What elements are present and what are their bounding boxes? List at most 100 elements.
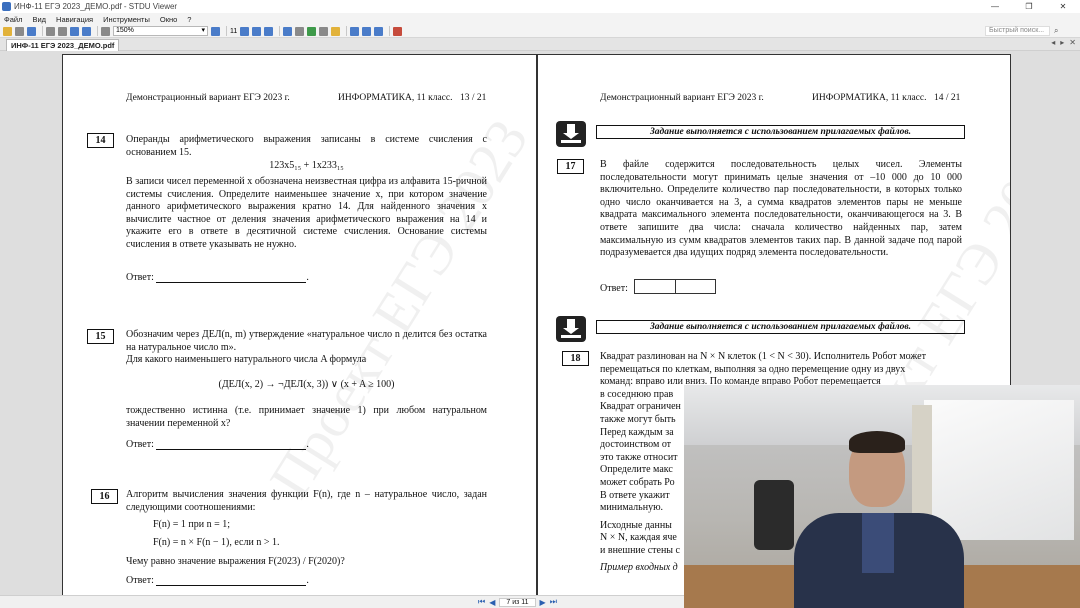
question-formula: 123x5₁₅ + 1x233₁₅ xyxy=(269,160,344,171)
question-number: 18 xyxy=(562,351,589,366)
question-text: тождественно истинна (т.е. принимает зна… xyxy=(126,405,487,429)
fit-width-icon[interactable] xyxy=(252,26,262,36)
menu-bar: Файл Вид Навигация Инструменты Окно ? xyxy=(0,13,1080,25)
menu-tools[interactable]: Инструменты xyxy=(103,15,150,24)
hand-tool-icon[interactable] xyxy=(319,26,329,36)
page-count: 11 xyxy=(230,27,238,35)
title-bar: ИНФ-11 ЕГЭ 2023_ДЕМО.pdf - STDU Viewer —… xyxy=(0,0,1080,13)
tab-next-icon[interactable]: ▸ xyxy=(1060,38,1064,47)
webcam-overlay xyxy=(684,385,1080,608)
answer-row: Ответ: . xyxy=(126,439,309,450)
webcam-chair xyxy=(754,480,794,550)
next-page-icon[interactable]: ▶ xyxy=(540,598,546,607)
zoom-select[interactable]: 150% xyxy=(113,26,208,36)
attached-files-banner: Задание выполняется с использованием при… xyxy=(596,320,965,334)
search-icon[interactable]: ⌕ xyxy=(1054,26,1064,36)
download-file-icon[interactable] xyxy=(556,121,586,147)
rotate-icon[interactable] xyxy=(307,26,317,36)
toolbar-divider xyxy=(42,26,43,36)
answer-row: Ответ: . xyxy=(126,272,309,283)
tab-prev-icon[interactable]: ◂ xyxy=(1051,38,1055,47)
answer-line xyxy=(156,440,307,450)
maximize-button[interactable]: ❐ xyxy=(1012,0,1046,13)
answer-line xyxy=(156,273,307,283)
question-text: В записи чисел переменной x обозначена н… xyxy=(126,176,487,250)
presenter xyxy=(794,431,964,608)
document-tab[interactable]: ИНФ-11 ЕГЭ 2023_ДЕМО.pdf xyxy=(6,39,120,51)
presenter-hair xyxy=(849,431,905,453)
toolbar-divider xyxy=(279,26,281,36)
question-number: 17 xyxy=(557,159,584,174)
window-controls: — ❐ ✕ xyxy=(978,0,1080,13)
highlight-icon[interactable] xyxy=(393,26,403,36)
page-indicator[interactable]: 7 из 11 xyxy=(499,597,536,607)
save-icon[interactable] xyxy=(27,26,36,36)
open-dropdown-icon[interactable] xyxy=(15,26,24,36)
page-prev-icon[interactable] xyxy=(70,26,79,36)
zoom-in-icon[interactable] xyxy=(211,26,220,36)
select-tool-icon[interactable] xyxy=(283,26,293,36)
zoom-out-icon[interactable] xyxy=(101,26,110,36)
page-header-left: Демонстрационный вариант ЕГЭ 2023 г. xyxy=(126,93,290,103)
answer-label: Ответ: xyxy=(126,575,154,586)
page-header-subject: ИНФОРМАТИКА, 11 класс. xyxy=(338,93,453,103)
menu-help[interactable]: ? xyxy=(187,15,191,24)
question-text: Обозначим через ДЕЛ(n, m) утверждение «н… xyxy=(126,329,487,353)
fit-page-icon[interactable] xyxy=(240,26,250,36)
text-line: Квадрат разлинован на N × N клеток (1 < … xyxy=(600,351,926,362)
snapshot-icon[interactable] xyxy=(295,26,305,36)
toolbar-divider xyxy=(97,26,98,36)
menu-file[interactable]: Файл xyxy=(4,15,22,24)
page-header-subject: ИНФОРМАТИКА, 11 класс. xyxy=(812,93,927,103)
answer-label: Ответ: xyxy=(600,283,628,294)
menu-view[interactable]: Вид xyxy=(32,15,46,24)
tab-close-icon[interactable]: ✕ xyxy=(1069,38,1076,47)
open-icon[interactable] xyxy=(3,26,12,36)
answer-cells xyxy=(634,279,716,294)
attached-files-banner: Задание выполняется с использованием при… xyxy=(596,125,965,139)
menu-window[interactable]: Окно xyxy=(160,15,177,24)
question-text: В файле содержится последовательность це… xyxy=(600,159,962,259)
tab-navigation: ◂ ▸ ✕ xyxy=(1051,38,1076,47)
question-number: 15 xyxy=(87,329,114,344)
bookmark-icon[interactable] xyxy=(331,26,341,36)
app-icon xyxy=(2,2,11,11)
page-number: 14 / 21 xyxy=(934,93,961,103)
toolbar-divider xyxy=(389,26,391,36)
menu-navigation[interactable]: Навигация xyxy=(56,15,93,24)
window-title: ИНФ-11 ЕГЭ 2023_ДЕМО.pdf - STDU Viewer xyxy=(14,2,178,11)
text-line: перемещаться по клеткам, выполняя за одн… xyxy=(600,363,906,375)
question-text: Алгоритм вычисления значения функции F(n… xyxy=(126,489,487,513)
answer-line xyxy=(156,576,307,586)
page-number: 13 / 21 xyxy=(460,93,487,103)
actual-size-icon[interactable] xyxy=(264,26,274,36)
answer-row: Ответ: . xyxy=(126,575,309,586)
toolbar: 150% 11 Быстрый поиск... ⌕ xyxy=(0,25,1080,38)
find-icon[interactable] xyxy=(350,26,360,36)
first-page-icon[interactable]: ⏮ xyxy=(478,597,485,607)
copy-icon[interactable] xyxy=(58,26,67,36)
question-text: Для какого наименьшего натурального числ… xyxy=(126,354,367,365)
question-rule: F(n) = 1 при n = 1; xyxy=(153,519,230,530)
tab-bar: ИНФ-11 ЕГЭ 2023_ДЕМО.pdf ◂ ▸ ✕ xyxy=(0,38,1080,51)
page-navigation: ⏮ ◀ 7 из 11 ▶ ⏭ xyxy=(478,597,557,607)
page-next-icon[interactable] xyxy=(82,26,91,36)
question-text: Операнды арифметического выражения запис… xyxy=(126,134,487,158)
question-rule: F(n) = n × F(n − 1), если n > 1. xyxy=(153,537,280,548)
question-number: 16 xyxy=(91,489,118,504)
last-page-icon[interactable]: ⏭ xyxy=(550,597,557,607)
find-next-icon[interactable] xyxy=(374,26,384,36)
minimize-button[interactable]: — xyxy=(978,0,1012,13)
download-file-icon[interactable] xyxy=(556,316,586,342)
toolbar-divider xyxy=(226,26,227,36)
close-button[interactable]: ✕ xyxy=(1046,0,1080,13)
question-number: 14 xyxy=(87,133,114,148)
find-prev-icon[interactable] xyxy=(362,26,372,36)
question-text: Чему равно значение выражения F(2023) / … xyxy=(126,556,345,567)
pdf-page-13: Проект ЕГЭ 2023 Демонстрационный вариант… xyxy=(62,54,537,595)
prev-page-icon[interactable]: ◀ xyxy=(489,598,495,607)
toolbar-divider xyxy=(346,26,348,36)
presenter-shirt xyxy=(862,513,894,573)
quick-search-input[interactable]: Быстрый поиск... xyxy=(985,26,1050,36)
print-icon[interactable] xyxy=(46,26,55,36)
